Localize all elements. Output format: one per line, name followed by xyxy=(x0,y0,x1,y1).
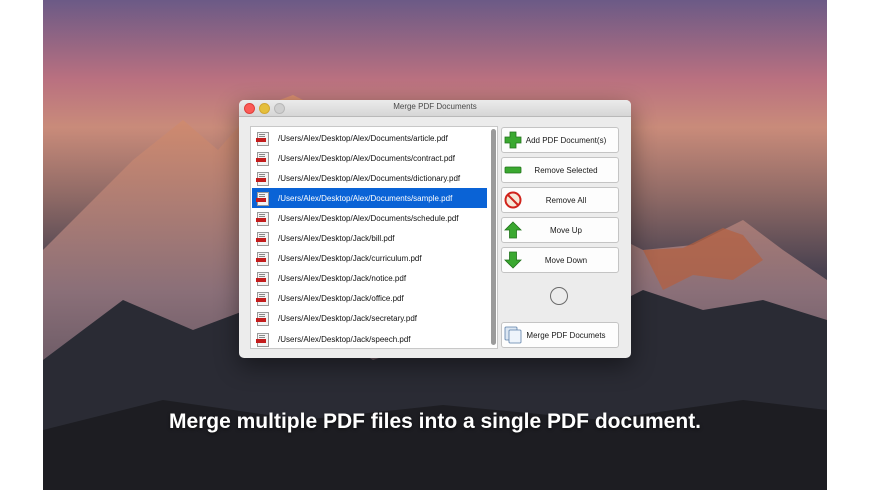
remove-selected-button[interactable]: Remove Selected xyxy=(501,157,619,183)
pdf-file-icon xyxy=(256,191,269,206)
remove-all-label: Remove All xyxy=(545,195,587,205)
add-pdf-button[interactable]: Add PDF Document(s) xyxy=(501,127,619,153)
file-path: /Users/Alex/Desktop/Alex/Documents/dicti… xyxy=(278,173,461,183)
pdf-file-icon xyxy=(256,292,269,307)
list-item[interactable]: /Users/Alex/Desktop/Alex/Documents/dicti… xyxy=(252,168,487,188)
add-pdf-label: Add PDF Document(s) xyxy=(525,135,607,145)
pdf-file-icon xyxy=(256,211,269,226)
merge-button[interactable]: Merge PDF Documets xyxy=(501,322,619,348)
no-entry-icon xyxy=(504,191,522,209)
file-path: /Users/Alex/Desktop/Jack/secretary.pdf xyxy=(278,314,418,324)
file-path: /Users/Alex/Desktop/Alex/Documents/artic… xyxy=(278,133,448,143)
move-down-button[interactable]: Move Down xyxy=(501,247,619,273)
arrow-up-icon xyxy=(504,221,522,239)
file-path: /Users/Alex/Desktop/Jack/speech.pdf xyxy=(278,334,411,344)
list-item[interactable]: /Users/Alex/Desktop/Jack/secretary.pdf xyxy=(252,309,487,329)
progress-spinner xyxy=(550,287,568,305)
title-bar[interactable]: Merge PDF Documents xyxy=(239,100,631,117)
pdf-file-list[interactable]: /Users/Alex/Desktop/Alex/Documents/artic… xyxy=(250,126,498,349)
pdf-file-icon xyxy=(256,272,269,287)
file-path: /Users/Alex/Desktop/Jack/notice.pdf xyxy=(278,274,407,284)
list-item[interactable]: /Users/Alex/Desktop/Alex/Documents/artic… xyxy=(252,128,487,148)
plus-icon xyxy=(504,131,522,149)
file-path: /Users/Alex/Desktop/Jack/bill.pdf xyxy=(278,234,395,243)
file-path: /Users/Alex/Desktop/Jack/curriculum.pdf xyxy=(278,254,422,264)
list-item[interactable]: /Users/Alex/Desktop/Alex/Documents/sched… xyxy=(252,208,487,228)
pdf-file-icon xyxy=(256,171,269,186)
file-path: /Users/Alex/Desktop/Alex/Documents/sampl… xyxy=(278,193,453,203)
file-path: /Users/Alex/Desktop/Jack/office.pdf xyxy=(278,294,404,304)
list-item[interactable]: /Users/Alex/Desktop/Alex/Documents/sampl… xyxy=(252,188,487,209)
move-up-button[interactable]: Move Up xyxy=(501,217,619,243)
merge-label: Merge PDF Documets xyxy=(526,330,606,340)
arrow-down-icon xyxy=(504,251,522,269)
move-down-label: Move Down xyxy=(544,255,588,265)
list-item[interactable]: /Users/Alex/Desktop/Jack/notice.pdf xyxy=(252,269,487,289)
file-path: /Users/Alex/Desktop/Alex/Documents/sched… xyxy=(278,213,459,223)
list-scrollbar[interactable] xyxy=(491,129,496,345)
file-path: /Users/Alex/Desktop/Alex/Documents/contr… xyxy=(278,153,455,163)
pdf-file-icon xyxy=(256,332,269,347)
list-item[interactable]: /Users/Alex/Desktop/Jack/bill.pdf xyxy=(252,229,487,249)
caption: Merge multiple PDF files into a single P… xyxy=(168,410,702,433)
pdf-file-icon xyxy=(256,131,269,146)
merge-pdf-window: Merge PDF Documents /Users/Alex/Desktop/… xyxy=(239,100,631,358)
documents-icon xyxy=(504,326,522,344)
pdf-file-icon xyxy=(256,252,269,267)
list-item[interactable]: /Users/Alex/Desktop/Jack/curriculum.pdf xyxy=(252,249,487,269)
minus-icon xyxy=(504,166,522,174)
window-title: Merge PDF Documents xyxy=(393,102,477,111)
pdf-file-icon xyxy=(256,312,269,327)
list-item[interactable]: /Users/Alex/Desktop/Alex/Documents/contr… xyxy=(252,148,487,168)
remove-selected-label: Remove Selected xyxy=(534,165,598,175)
move-up-label: Move Up xyxy=(549,225,582,235)
list-item[interactable]: /Users/Alex/Desktop/Jack/speech.pdf xyxy=(252,329,487,348)
pdf-file-icon xyxy=(256,232,269,246)
list-item[interactable]: /Users/Alex/Desktop/Jack/office.pdf xyxy=(252,289,487,309)
remove-all-button[interactable]: Remove All xyxy=(501,187,619,213)
pdf-file-icon xyxy=(256,151,269,166)
